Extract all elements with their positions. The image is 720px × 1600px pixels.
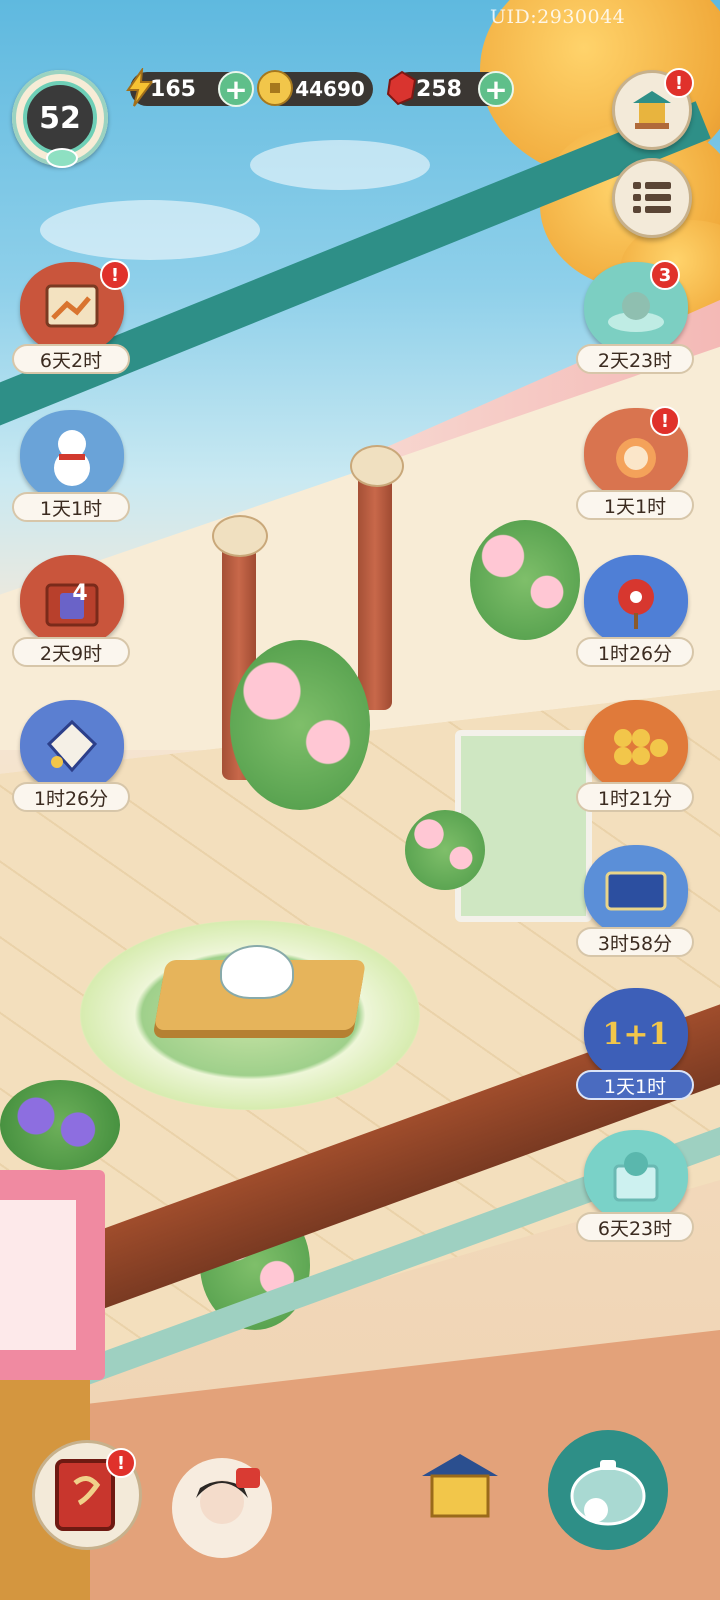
add-energy-button[interactable]: +: [218, 71, 254, 107]
event-timer: 1时21分: [576, 782, 694, 812]
event-giftbox[interactable]: 4 2天9时: [12, 555, 132, 675]
event-map[interactable]: 3时58分: [576, 845, 696, 965]
game-scene: UID:2930044 52 165 + 44690 258 + ! 6天2时: [0, 0, 720, 1600]
alert-count: 3: [650, 260, 680, 290]
pavilion-icon: [422, 1454, 498, 1518]
menu-button[interactable]: [612, 158, 692, 238]
teapot-icon: [570, 1460, 646, 1526]
event-timer: 1天1时: [576, 1070, 694, 1100]
event-timer: 1天1时: [576, 490, 694, 520]
shop-alert-dot: !: [664, 68, 694, 98]
alert-dot: !: [650, 406, 680, 436]
level-gem-icon: [46, 148, 78, 168]
bonus-icon: 1+1: [584, 988, 688, 1080]
event-timer: 2天9时: [12, 637, 130, 667]
event-hotspring[interactable]: 2天23时 3: [576, 260, 696, 382]
pillar: [358, 470, 392, 710]
event-kite[interactable]: 1时26分: [12, 700, 132, 820]
kite-icon: [20, 700, 124, 792]
gift-box-icon: 4: [20, 555, 124, 647]
uid-label: UID:2930044: [490, 6, 626, 28]
event-timer: 1时26分: [576, 637, 694, 667]
event-timer: 3时58分: [576, 927, 694, 957]
energy-value: 165: [150, 76, 196, 102]
event-autumn[interactable]: 6天2时 !: [12, 260, 132, 382]
energy-counter: 165 +: [126, 68, 254, 107]
list-icon: [633, 182, 671, 213]
event-ice[interactable]: 6天23时: [576, 1130, 696, 1250]
teapot-decor[interactable]: [220, 945, 294, 999]
character-button[interactable]: [172, 1458, 272, 1558]
event-coins[interactable]: 1时21分: [576, 700, 696, 820]
event-timer: 1时26分: [12, 782, 130, 812]
gem-value: 258: [416, 76, 462, 102]
event-timer: 2天23时: [576, 344, 694, 374]
snow-cat-icon: [20, 410, 124, 502]
pillar-cap: [350, 445, 404, 487]
cloud: [40, 200, 260, 260]
teapot-button[interactable]: [548, 1430, 668, 1550]
coin-icon: [257, 70, 293, 106]
alert-dot: !: [106, 1448, 136, 1478]
flower-tree[interactable]: [230, 640, 370, 810]
ice-cat-icon: [584, 1130, 688, 1222]
gift-box-number: 4: [72, 581, 88, 606]
coins-scroll-icon: [584, 700, 688, 792]
event-bonus[interactable]: 1+1 1天1时: [576, 988, 696, 1108]
gem-counter: 258 +: [386, 70, 514, 107]
player-level-badge[interactable]: 52: [12, 70, 108, 168]
flower-vase[interactable]: [470, 520, 580, 640]
pink-cabinet: [0, 1170, 105, 1380]
event-timer: 1天1时: [12, 492, 130, 522]
violet-flowers[interactable]: [0, 1080, 120, 1170]
add-gems-button[interactable]: +: [478, 71, 514, 107]
player-level: 52: [39, 100, 81, 136]
bonus-label: 1+1: [602, 1016, 670, 1052]
fan-icon: [584, 555, 688, 647]
event-timer: 6天23时: [576, 1212, 694, 1242]
flower-pot[interactable]: [405, 810, 485, 890]
cloud: [250, 140, 430, 190]
pillar-cap: [212, 515, 268, 557]
pavilion-button[interactable]: [410, 1440, 510, 1540]
character-portrait-icon: [196, 1468, 260, 1524]
event-lucky-cat[interactable]: 1天1时 !: [576, 406, 696, 528]
map-icon: [584, 845, 688, 937]
event-timer: 6天2时: [12, 344, 130, 374]
alert-dot: !: [100, 260, 130, 290]
coin-value: 44690: [295, 77, 365, 101]
event-fan[interactable]: 1时26分: [576, 555, 696, 675]
event-snow[interactable]: 1天1时: [12, 410, 132, 530]
coin-counter: 44690: [257, 70, 373, 106]
